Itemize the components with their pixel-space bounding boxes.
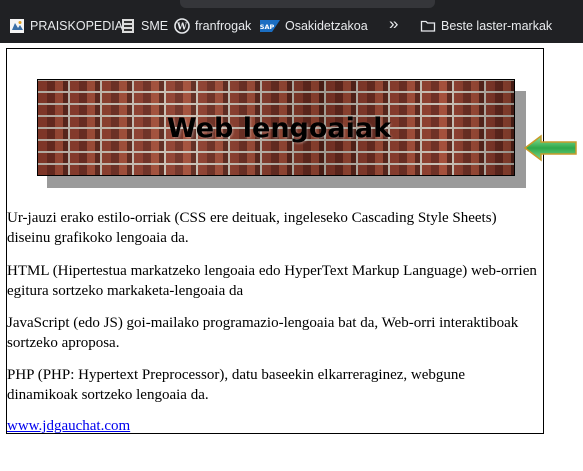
bookmark-label: PRAISKOPEDIA: [30, 19, 124, 33]
folder-icon: [420, 18, 436, 34]
green-arrow-icon: [523, 134, 577, 162]
more-bookmarks-chevron-icon[interactable]: »: [389, 14, 398, 34]
svg-text:W: W: [176, 23, 188, 33]
paragraph-php: PHP (PHP: Hypertext Preprocessor), datu …: [7, 367, 466, 403]
sme-icon: [120, 18, 136, 34]
bookmarks-bar: PRAISKOPEDIA SME W franfrogak SAP Osakid…: [0, 0, 583, 43]
jdgauchat-link[interactable]: www.jdgauchat.com: [7, 416, 130, 436]
paragraph-javascript: JavaScript (edo JS) goi-mailako programa…: [7, 315, 519, 351]
svg-text:SAP: SAP: [260, 23, 274, 31]
bookmark-sme[interactable]: SME: [120, 16, 168, 36]
bookmark-folder-other[interactable]: Beste laster-markak: [420, 16, 552, 36]
paragraph-html: HTML (Hipertestua markatzeko lengoaia ed…: [7, 263, 537, 299]
bookmark-franfrogak[interactable]: W franfrogak: [174, 16, 251, 36]
bookmark-osakidetzakoa[interactable]: SAP Osakidetzakoa: [260, 16, 368, 36]
bookmark-label: franfrogak: [195, 19, 252, 33]
wordpress-icon: W: [174, 18, 190, 34]
tab-strip-edge: [180, 0, 435, 8]
paragraph-css: Ur-jauzi erako estilo-orriak (CSS ere de…: [7, 210, 497, 246]
bookmark-label: Beste laster-markak: [441, 19, 553, 33]
bookmark-label: Osakidetzakoa: [285, 19, 368, 33]
bookmark-praiskopedia[interactable]: PRAISKOPEDIA: [9, 16, 123, 36]
brick-banner: Web lengoaiak: [37, 79, 515, 176]
sap-icon: SAP: [260, 18, 280, 34]
bookmark-label: SME: [141, 19, 169, 33]
page-title: Web lengoaiak: [166, 113, 392, 144]
praiskopedia-icon: [9, 18, 25, 34]
